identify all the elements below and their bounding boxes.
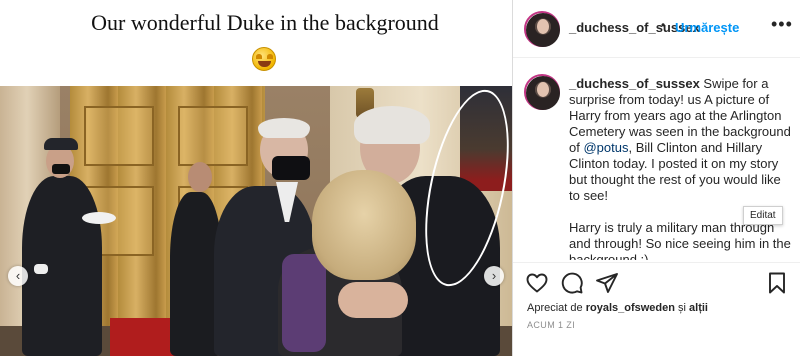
- purple-scarf: [282, 254, 326, 352]
- action-bar: [513, 262, 800, 302]
- man-mask: [272, 156, 310, 180]
- share-icon[interactable]: [595, 271, 619, 295]
- star-struck-emoji-icon: [252, 47, 276, 71]
- post-timestamp[interactable]: ACUM 1 ZI: [527, 320, 575, 330]
- comment-avatar-face: [537, 82, 549, 97]
- post-media: Our wonderful Duke in the background ‹ ›: [0, 0, 512, 356]
- comment-icon[interactable]: [560, 271, 584, 295]
- comment-text: _duchess_of_sussex Swipe for a surprise …: [569, 76, 791, 260]
- heart-icon[interactable]: [525, 271, 549, 295]
- comment-body-part3: Harry is truly a military man through an…: [569, 220, 791, 260]
- background-man-head: [188, 162, 212, 192]
- blonde-woman: [312, 170, 416, 280]
- post-header: _duchess_of_sussex • Urmărește •••: [513, 0, 800, 58]
- likes-line: Apreciat de royals_ofsweden și alții: [527, 302, 708, 314]
- white-hat: [82, 212, 116, 224]
- mention-link[interactable]: @potus: [583, 140, 628, 155]
- caption-comment: _duchess_of_sussex Swipe for a surprise …: [513, 66, 800, 260]
- comment-username[interactable]: _duchess_of_sussex: [569, 76, 700, 91]
- carousel-prev-button[interactable]: ‹: [8, 266, 28, 286]
- carousel-next-button[interactable]: ›: [484, 266, 504, 286]
- edited-tooltip: Editat: [743, 206, 783, 225]
- likes-prefix: Apreciat de: [527, 302, 586, 314]
- guard-mask: [52, 164, 70, 174]
- bookmark-icon[interactable]: [765, 271, 789, 295]
- avatar[interactable]: [526, 13, 560, 47]
- post-photo[interactable]: ‹ ›: [0, 86, 512, 356]
- likes-others-link[interactable]: alții: [689, 302, 708, 314]
- comment-avatar[interactable]: [526, 76, 560, 110]
- gray-hair: [354, 106, 430, 144]
- avatar-face: [537, 19, 549, 34]
- header-separator: •: [661, 18, 666, 32]
- liked-by-user[interactable]: royals_ofsweden: [586, 302, 675, 314]
- follow-button[interactable]: Urmărește: [675, 20, 739, 35]
- post-sidebar: _duchess_of_sussex • Urmărește ••• _duch…: [512, 0, 800, 356]
- guard-cap: [44, 138, 78, 150]
- image-caption-title: Our wonderful Duke in the background: [91, 10, 439, 35]
- likes-conjunction: și: [674, 302, 690, 314]
- more-options-icon[interactable]: •••: [771, 14, 793, 35]
- man-hair: [258, 118, 310, 138]
- hand-on-shoulder: [338, 282, 408, 318]
- white-glove: [34, 264, 48, 274]
